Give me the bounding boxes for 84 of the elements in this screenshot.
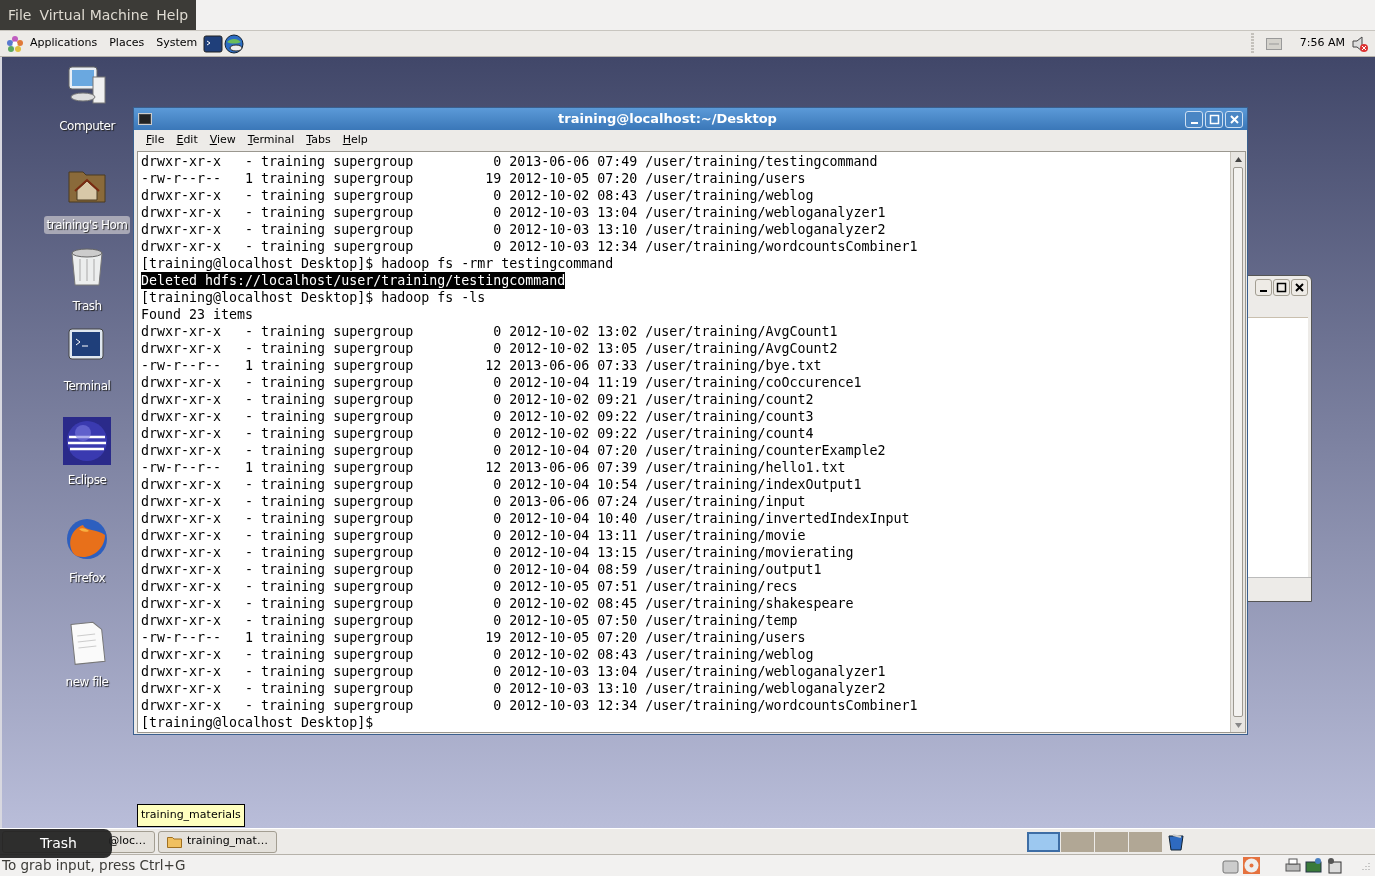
- resize-grip-icon[interactable]: [1361, 860, 1371, 871]
- terminal-line: drwxr-xr-x - training supergroup 0 2012-10-04 13:15 /user/training/movierating: [141, 544, 854, 561]
- terminal-line: drwxr-xr-x - training supergroup 0 2012-10-02 08:43 /user/training/weblog: [141, 187, 814, 204]
- terminal-line: drwxr-xr-x - training supergroup 0 2013-06-06 07:49 /user/training/testingcommand: [141, 153, 878, 170]
- workspace-cell[interactable]: [1095, 831, 1128, 852]
- terminal-line: drwxr-xr-x - training supergroup 0 2012-10-03 13:10 /user/training/webloganalyzer2: [141, 221, 886, 238]
- globe-icon[interactable]: [223, 33, 246, 54]
- terminal-line: drwxr-xr-x - training supergroup 0 2012-10-04 08:59 /user/training/output1: [141, 561, 822, 578]
- up-arrow-icon[interactable]: [1234, 156, 1242, 162]
- terminal-line: drwxr-xr-x - training supergroup 0 2012-10-03 13:04 /user/training/webloganalyzer1: [141, 204, 886, 221]
- terminal-line: drwxr-xr-x - training supergroup 0 2012-10-02 13:05 /user/training/AvgCount2: [141, 340, 838, 357]
- menu-item[interactable]: File: [140, 132, 171, 149]
- icon-label[interactable]: Trash: [69, 297, 105, 315]
- panel-handle-icon[interactable]: [1250, 32, 1254, 55]
- terminal-line: drwxr-xr-x - training supergroup 0 2012-10-03 12:34 /user/training/wordcountsCombiner1: [141, 697, 918, 714]
- menu-item[interactable]: Edit: [170, 132, 204, 149]
- terminal-line: -rw-r--r-- 1 training supergroup 19 2012-10-05 07:20 /user/training/users: [141, 629, 806, 646]
- printer-icon[interactable]: [1284, 857, 1301, 874]
- workspace-cell[interactable]: [1027, 831, 1060, 852]
- down-arrow-icon[interactable]: [1234, 722, 1242, 728]
- menu-item[interactable]: Help: [152, 4, 193, 26]
- terminal-line: [training@localhost Desktop]$ hadoop fs -rmr testingcommand: [141, 255, 614, 272]
- maximize-icon: [1275, 280, 1288, 294]
- terminal-line: drwxr-xr-x - training supergroup 0 2012-10-02 13:02 /user/training/AvgCount1: [141, 323, 838, 340]
- maximize-icon: [1207, 112, 1221, 126]
- trash-icon[interactable]: [1167, 832, 1185, 851]
- terminal-line: drwxr-xr-x - training supergroup 0 2012-10-04 13:11 /user/training/movie: [141, 527, 806, 544]
- terminal-line: Found 23 items: [141, 306, 254, 323]
- network-card-icon[interactable]: [1305, 857, 1322, 874]
- terminal-line: drwxr-xr-x - training supergroup 0 2012-10-05 07:50 /user/training/temp: [141, 612, 798, 629]
- maximize-button[interactable]: [1273, 278, 1290, 296]
- menu-item[interactable]: Virtual Machine: [35, 4, 153, 26]
- flower-icon[interactable]: [6, 34, 24, 53]
- terminal-line: [training@localhost Desktop]$: [141, 714, 374, 731]
- panel-menu[interactable]: Applications: [24, 35, 104, 52]
- terminal-icon[interactable]: [203, 33, 224, 54]
- clock[interactable]: 7:56 AM: [1293, 35, 1351, 52]
- workspace-cell[interactable]: [1061, 831, 1094, 852]
- terminal-line: drwxr-xr-x - training supergroup 0 2012-10-04 07:20 /user/training/counterExample2: [141, 442, 886, 459]
- minimize-button[interactable]: [1255, 278, 1272, 296]
- status-text: To grab input, press Ctrl+G: [2, 856, 187, 876]
- icon-label[interactable]: Terminal: [60, 377, 114, 395]
- terminal-line: drwxr-xr-x - training supergroup 0 2012-10-02 09:22 /user/training/count3: [141, 408, 814, 425]
- terminal-line: -rw-r--r-- 1 training supergroup 12 2013-06-06 07:33 /user/training/bye.txt: [141, 357, 822, 374]
- menu-item[interactable]: File: [4, 4, 36, 26]
- panel-menu[interactable]: System: [150, 35, 204, 52]
- cd-icon[interactable]: [1243, 857, 1260, 874]
- terminal-line: drwxr-xr-x - training supergroup 0 2012-10-03 13:04 /user/training/webloganalyzer1: [141, 663, 886, 680]
- menu-item[interactable]: View: [203, 132, 242, 149]
- usb-device-icon[interactable]: [1326, 857, 1343, 874]
- terminal-line: drwxr-xr-x - training supergroup 0 2013-06-06 07:24 /user/training/input: [141, 493, 806, 510]
- terminal-icon: [138, 113, 152, 125]
- tooltip: training_materials: [137, 804, 245, 827]
- popup-text: Trash: [40, 834, 77, 853]
- terminal-line: drwxr-xr-x - training supergroup 0 2012-10-02 09:22 /user/training/count4: [141, 425, 814, 442]
- terminal-line: -rw-r--r-- 1 training supergroup 19 2012-10-05 07:20 /user/training/users: [141, 170, 806, 187]
- terminal-line: drwxr-xr-x - training supergroup 0 2012-10-04 11:19 /user/training/coOccurence1: [141, 374, 862, 391]
- terminal-line: drwxr-xr-x - training supergroup 0 2012-10-03 12:34 /user/training/wordcountsCombiner1: [141, 238, 918, 255]
- minimize-icon: [1260, 289, 1267, 292]
- panel-menu[interactable]: Places: [103, 35, 151, 52]
- close-icon: [1293, 280, 1306, 294]
- terminal-line: drwxr-xr-x - training supergroup 0 2012-10-05 07:51 /user/training/recs: [141, 578, 798, 595]
- terminal-line: drwxr-xr-x - training supergroup 0 2012-10-02 08:43 /user/training/weblog: [141, 646, 814, 663]
- terminal-line: drwxr-xr-x - training supergroup 0 2012-10-02 08:45 /user/training/shakespeare: [141, 595, 854, 612]
- minimize-icon: [1190, 121, 1198, 124]
- terminal-line: drwxr-xr-x - training supergroup 0 2012-10-03 13:10 /user/training/webloganalyzer2: [141, 680, 886, 697]
- menu-item[interactable]: Help: [336, 132, 374, 149]
- terminal-line: drwxr-xr-x - training supergroup 0 2012-10-02 09:21 /user/training/count2: [141, 391, 814, 408]
- icon-label[interactable]: Computer: [56, 117, 118, 135]
- terminal-line: drwxr-xr-x - training supergroup 0 2012-10-04 10:40 /user/training/invertedIndexInput: [141, 510, 910, 527]
- window-title: training@localhost:~/Desktop: [557, 110, 778, 129]
- menu-item[interactable]: Tabs: [300, 132, 337, 149]
- folder-icon: [167, 835, 182, 848]
- scrollbar[interactable]: [1230, 152, 1245, 732]
- menu-item[interactable]: Terminal: [241, 132, 301, 149]
- terminal-line: [training@localhost Desktop]$ hadoop fs -ls: [141, 289, 486, 306]
- terminal-line: -rw-r--r-- 1 training supergroup 12 2013-06-06 07:39 /user/training/hello1.txt: [141, 459, 846, 476]
- terminal-line: drwxr-xr-x - training supergroup 0 2012-10-04 10:54 /user/training/indexOutput1: [141, 476, 862, 493]
- keyboard-icon[interactable]: [1265, 37, 1282, 50]
- close-button[interactable]: [1291, 278, 1308, 296]
- taskbar-button[interactable]: training_mat…: [158, 830, 277, 853]
- close-icon: [1227, 112, 1241, 126]
- workspace-cell[interactable]: [1129, 831, 1162, 852]
- muted-speaker-icon[interactable]: [1351, 34, 1369, 53]
